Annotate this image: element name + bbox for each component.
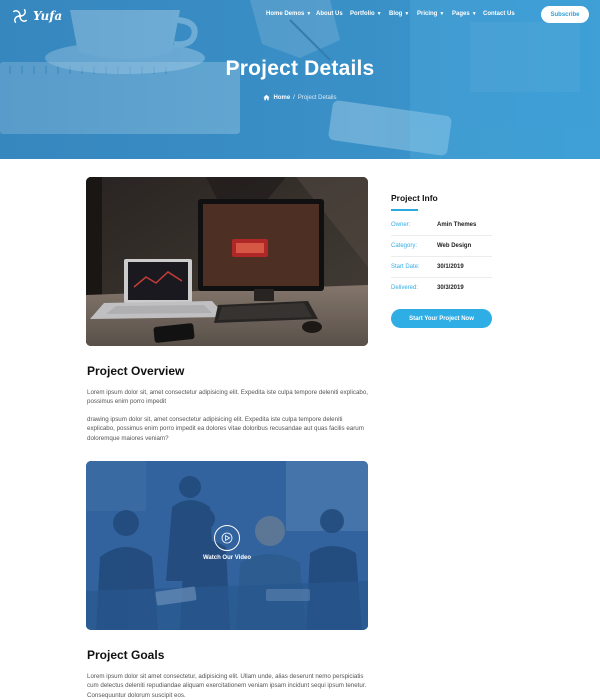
page-title: Project Details xyxy=(225,57,375,80)
menu-item-about-us[interactable]: About Us xyxy=(316,11,350,17)
info-value: Web Design xyxy=(437,243,472,249)
menu-item-blog[interactable]: Blog ▼ xyxy=(389,11,417,17)
yufa-logo-icon xyxy=(12,8,28,24)
menu-item-contact-us[interactable]: Contact Us xyxy=(483,11,521,17)
hero-banner: Yufa Home Demos ▼ About Us Portfolio ▼ B… xyxy=(0,0,600,159)
info-divider xyxy=(391,277,492,278)
info-divider xyxy=(391,235,492,236)
chevron-down-icon: ▼ xyxy=(471,11,477,17)
section-heading-goals: Project Goals xyxy=(87,648,165,662)
chevron-down-icon: ▼ xyxy=(439,11,445,17)
info-value: Amin Themes xyxy=(437,222,477,228)
menu-item-pages[interactable]: Pages ▼ xyxy=(452,11,483,17)
breadcrumb-current: Project Details xyxy=(297,94,337,101)
breadcrumb-separator: / xyxy=(293,94,295,101)
menu-label: About Us xyxy=(316,11,343,17)
info-key: Start Date: xyxy=(391,264,420,270)
menu-label: Contact Us xyxy=(483,11,515,17)
chevron-down-icon: ▼ xyxy=(376,11,382,17)
brand-logo[interactable]: Yufa xyxy=(11,7,62,25)
menu-item-portfolio[interactable]: Portfolio ▼ xyxy=(350,11,389,17)
menu-label: Blog xyxy=(389,11,403,17)
play-icon xyxy=(221,532,233,544)
info-divider xyxy=(391,256,492,257)
top-navigation: Yufa Home Demos ▼ About Us Portfolio ▼ B… xyxy=(0,0,600,30)
section-heading-overview: Project Overview xyxy=(87,364,185,378)
breadcrumb-home-link[interactable]: Home xyxy=(273,95,290,101)
menu-item-pricing[interactable]: Pricing ▼ xyxy=(417,11,452,17)
video-thumbnail[interactable]: Watch Our Video xyxy=(86,461,368,630)
info-key: Category: xyxy=(391,243,418,249)
info-key: Owner: xyxy=(391,222,411,228)
overview-paragraph: Lorem ipsum dolor sit, amet consectetur … xyxy=(87,389,368,406)
start-project-button[interactable]: Start Your Project Now xyxy=(391,309,492,328)
info-value: 30/3/2019 xyxy=(437,285,464,291)
play-video-button[interactable] xyxy=(214,525,240,551)
video-label: Watch Our Video xyxy=(202,555,251,561)
project-info-title: Project Info xyxy=(391,193,438,203)
main-menu: Home Demos ▼ About Us Portfolio ▼ Blog ▼… xyxy=(266,11,521,17)
goals-paragraph: Lorem ipsum dolor sit amet consectetur, … xyxy=(87,673,367,699)
title-underline xyxy=(391,209,418,211)
brand-name: Yufa xyxy=(33,9,63,23)
chevron-down-icon: ▼ xyxy=(404,11,410,17)
menu-label: Pages xyxy=(452,11,470,17)
overview-paragraph: drawing ipsum dolor sit, amet consectetu… xyxy=(87,416,364,442)
chevron-down-icon: ▼ xyxy=(306,11,312,17)
menu-label: Home Demos xyxy=(266,11,305,17)
workspace-photo xyxy=(86,177,368,346)
info-value: 30/1/2019 xyxy=(437,264,464,270)
project-main-image xyxy=(86,177,368,346)
breadcrumb: Home / Project Details xyxy=(0,94,600,101)
home-icon xyxy=(263,94,271,101)
menu-label: Pricing xyxy=(417,11,438,17)
menu-item-home-demos[interactable]: Home Demos ▼ xyxy=(266,11,316,17)
subscribe-button[interactable]: Subscribe xyxy=(541,6,589,23)
info-key: Delivered: xyxy=(391,285,419,291)
menu-label: Portfolio xyxy=(350,11,375,17)
